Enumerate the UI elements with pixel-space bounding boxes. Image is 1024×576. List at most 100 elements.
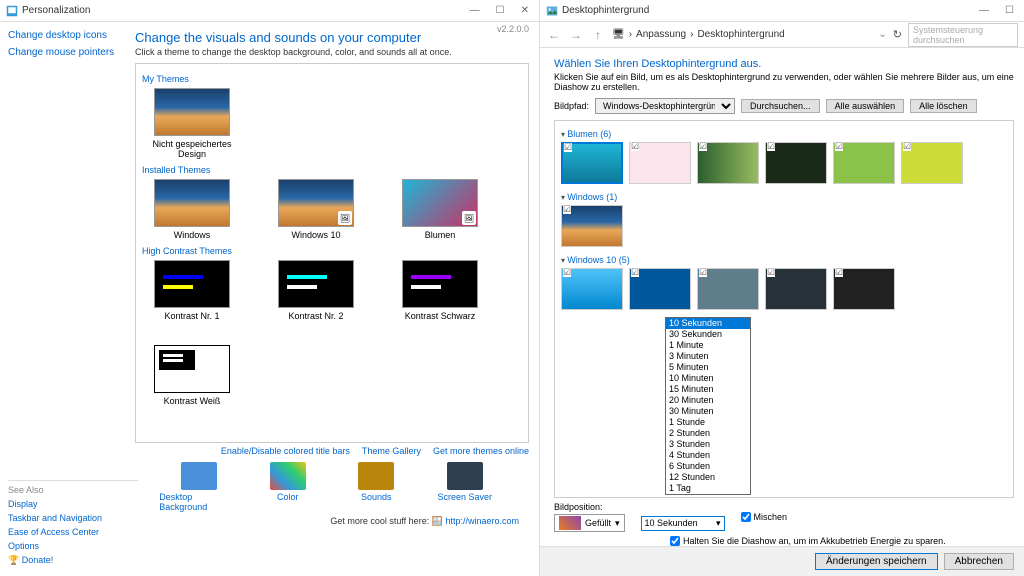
wallpaper-thumb[interactable]	[765, 142, 827, 184]
wallpaper-thumb[interactable]	[833, 142, 895, 184]
page-subtitle: Click a theme to change the desktop back…	[135, 47, 529, 57]
window-title-right: Desktophintergrund	[562, 5, 649, 16]
theme-item[interactable]: 🖼Blumen	[390, 179, 490, 240]
see-also-link[interactable]: Ease of Access Center	[8, 527, 138, 537]
theme-item[interactable]: 🖼Windows 10	[266, 179, 366, 240]
theme-item[interactable]: Kontrast Nr. 2	[266, 260, 366, 321]
position-label: Bildposition:	[554, 502, 625, 512]
minimize-button-r[interactable]: —	[975, 5, 993, 16]
wallpaper-thumb[interactable]	[697, 142, 759, 184]
sidebar-link[interactable]: Change desktop icons	[8, 30, 127, 41]
interval-option[interactable]: 4 Stunden	[666, 450, 750, 461]
personalization-window: Personalization — ☐ ✕ v2.2.0.0 Change de…	[0, 0, 540, 576]
see-also-link[interactable]: Options	[8, 541, 138, 551]
winaero-link[interactable]: http://winaero.com	[445, 516, 519, 526]
theme-item[interactable]: Kontrast Weiß	[142, 345, 242, 406]
wallpaper-thumb[interactable]	[561, 205, 623, 247]
bottom-action-label: Color	[277, 492, 299, 502]
interval-option[interactable]: 1 Tag	[666, 483, 750, 494]
theme-link[interactable]: Enable/Disable colored title bars	[221, 446, 350, 456]
donate-link[interactable]: 🏆 Donate!	[8, 555, 138, 566]
interval-option[interactable]: 12 Stunden	[666, 472, 750, 483]
interval-option[interactable]: 2 Stunden	[666, 428, 750, 439]
interval-option[interactable]: 3 Minuten	[666, 351, 750, 362]
forward-arrow[interactable]: →	[568, 27, 584, 43]
interval-option[interactable]: 15 Minuten	[666, 384, 750, 395]
maximize-button-r[interactable]: ☐	[1001, 5, 1018, 16]
wallpaper-thumb[interactable]	[833, 268, 895, 310]
back-arrow[interactable]: ←	[546, 27, 562, 43]
personalization-icon	[6, 5, 18, 17]
slideshow-badge-icon: 🖼	[338, 211, 352, 225]
wallpaper-thumb[interactable]	[901, 142, 963, 184]
shuffle-checkbox[interactable]	[741, 512, 751, 522]
breadcrumb-dropdown-icon[interactable]: ⌄	[878, 29, 886, 40]
wallpaper-thumb[interactable]	[561, 142, 623, 184]
cancel-button[interactable]: Abbrechen	[944, 553, 1014, 570]
bottom-action[interactable]: Desktop Background	[159, 462, 239, 512]
clear-all-button[interactable]: Alle löschen	[910, 99, 977, 113]
maximize-button[interactable]: ☐	[492, 5, 509, 16]
theme-item[interactable]: Windows	[142, 179, 242, 240]
window-title-left: Personalization	[22, 5, 90, 16]
interval-dropdown-open[interactable]: 10 Sekunden30 Sekunden1 Minute3 Minuten5…	[665, 317, 751, 495]
gallery-section-header[interactable]: Blumen (6)	[561, 129, 1007, 139]
interval-option[interactable]: 5 Minuten	[666, 362, 750, 373]
interval-option[interactable]: 1 Stunde	[666, 417, 750, 428]
section-installed: Installed Themes	[142, 165, 522, 175]
wallpaper-thumb[interactable]	[765, 268, 827, 310]
page-heading: Change the visuals and sounds on your co…	[135, 30, 529, 45]
bottom-action[interactable]: Color	[248, 462, 328, 512]
search-input[interactable]: Systemsteuerung durchsuchen	[908, 23, 1018, 47]
interval-option[interactable]: 3 Stunden	[666, 439, 750, 450]
save-button[interactable]: Änderungen speichern	[815, 553, 938, 570]
wallpaper-thumb[interactable]	[629, 268, 691, 310]
battery-checkbox[interactable]	[670, 536, 680, 546]
interval-option[interactable]: 6 Stunden	[666, 461, 750, 472]
close-button[interactable]: ✕	[517, 5, 533, 16]
theme-thumb	[154, 260, 230, 308]
theme-label: Kontrast Schwarz	[405, 311, 476, 321]
bottom-action[interactable]: Screen Saver	[425, 462, 505, 512]
path-select[interactable]: Windows-Desktophintergründe	[595, 98, 735, 114]
see-also-link[interactable]: Taskbar and Navigation	[8, 513, 138, 523]
select-all-button[interactable]: Alle auswählen	[826, 99, 905, 113]
interval-option[interactable]: 10 Minuten	[666, 373, 750, 384]
bottom-action-label: Desktop Background	[159, 492, 239, 512]
theme-item[interactable]: Kontrast Nr. 1	[142, 260, 242, 321]
breadcrumb[interactable]: 🖥 › Anpassung › Desktophintergrund	[612, 29, 872, 40]
interval-option[interactable]: 1 Minute	[666, 340, 750, 351]
gallery-section-header[interactable]: Windows (1)	[561, 192, 1007, 202]
theme-item[interactable]: Kontrast Schwarz	[390, 260, 490, 321]
wallpaper-thumb[interactable]	[629, 142, 691, 184]
see-also-link[interactable]: Display	[8, 499, 138, 509]
theme-label: Kontrast Nr. 1	[164, 311, 219, 321]
sidebar-link[interactable]: Change mouse pointers	[8, 47, 127, 58]
path-label: Bildpfad:	[554, 101, 589, 111]
minimize-button[interactable]: —	[466, 5, 484, 16]
theme-item[interactable]: Nicht gespeichertes Design	[142, 88, 242, 159]
right-subtitle: Klicken Sie auf ein Bild, um es als Desk…	[554, 72, 1014, 92]
theme-label: Nicht gespeichertes Design	[142, 139, 242, 159]
interval-option[interactable]: 30 Minuten	[666, 406, 750, 417]
theme-link[interactable]: Theme Gallery	[362, 446, 421, 456]
wallpaper-thumb[interactable]	[561, 268, 623, 310]
theme-thumb: 🖼	[402, 179, 478, 227]
up-arrow[interactable]: ↑	[590, 27, 606, 43]
position-select[interactable]: Gefüllt ▾	[554, 514, 625, 532]
theme-link[interactable]: Get more themes online	[433, 446, 529, 456]
interval-option[interactable]: 10 Sekunden	[666, 318, 750, 329]
interval-option[interactable]: 20 Minuten	[666, 395, 750, 406]
browse-button[interactable]: Durchsuchen...	[741, 99, 820, 113]
interval-option[interactable]: 30 Sekunden	[666, 329, 750, 340]
bottom-action[interactable]: Sounds	[336, 462, 416, 512]
theme-label: Kontrast Weiß	[164, 396, 221, 406]
cool-stuff: Get more cool stuff here: 🪟 http://winae…	[135, 516, 529, 527]
refresh-icon[interactable]: ↻	[893, 28, 902, 41]
interval-select[interactable]: 10 Sekunden▾	[641, 516, 725, 531]
gallery-section-header[interactable]: Windows 10 (5)	[561, 255, 1007, 265]
titlebar-right: Desktophintergrund — ☐	[540, 0, 1024, 22]
wallpaper-thumb[interactable]	[697, 268, 759, 310]
titlebar-left: Personalization — ☐ ✕	[0, 0, 539, 22]
chevron-down-icon: ▾	[615, 518, 620, 529]
